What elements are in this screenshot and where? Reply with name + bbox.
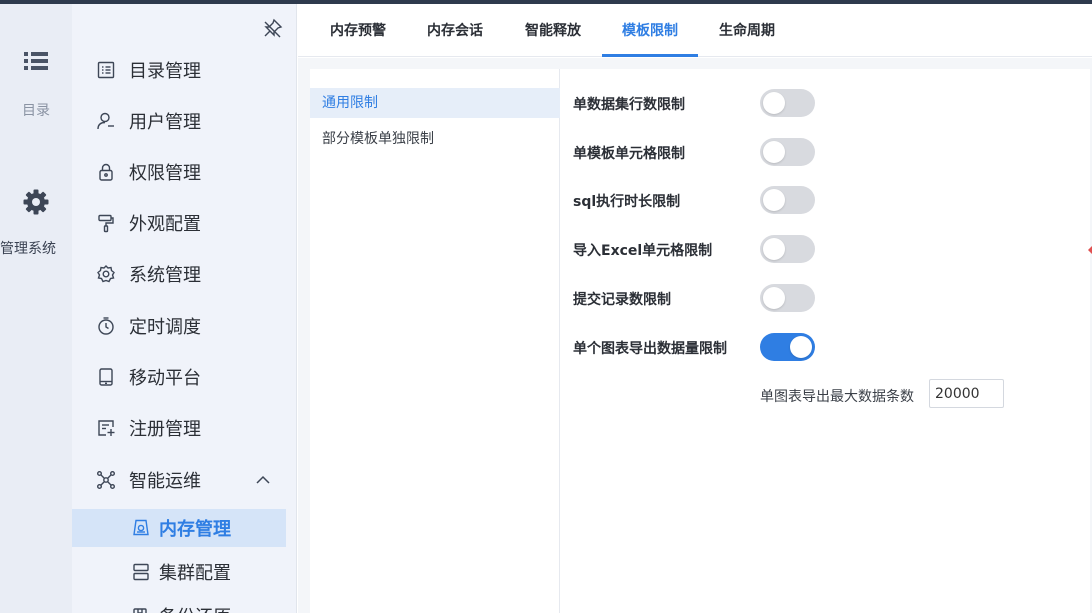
sidebar-item-catalog[interactable]: 目录管理 (72, 51, 286, 89)
max-export-label: 单图表导出最大数据条数 (760, 389, 914, 405)
setting-label: 单数据集行数限制 (573, 97, 685, 113)
gear-icon (23, 189, 49, 215)
toggle-sql-duration[interactable] (760, 186, 815, 214)
network-icon (97, 471, 115, 489)
chevron-up-icon[interactable] (255, 472, 271, 488)
toggle-knob (763, 189, 785, 211)
tab-smart-release[interactable]: 智能释放 (523, 4, 583, 57)
sidebar: 目录管理 用户管理 权限管理 外观配置 系统管理 定时调度 移动平台 注册管理 … (72, 4, 297, 613)
timer-icon (98, 317, 114, 335)
setting-label: sql执行时长限制 (573, 194, 681, 210)
sidebar-item-register[interactable]: 注册管理 (72, 409, 286, 447)
gear-icon (97, 265, 115, 283)
icon-rail: 目录 管理系统 (0, 4, 72, 613)
toggle-knob (763, 141, 785, 163)
rail-item-catalog[interactable]: 目录 (0, 50, 72, 120)
sidebar-subitem-memory[interactable]: 内存管理 (72, 509, 286, 547)
sidebar-item-label: 内存管理 (159, 519, 231, 540)
toggle-template-cells[interactable] (760, 138, 815, 166)
sidebar-item-permissions[interactable]: 权限管理 (72, 153, 286, 191)
rail-catalog-label: 目录 (22, 103, 50, 119)
settings-panel: 通用限制 部分模板单独限制 单数据集行数限制 单模板单元格限制 sql执行时长限… (310, 69, 1090, 613)
tab-lifecycle[interactable]: 生命周期 (717, 4, 777, 57)
tab-memory-warning[interactable]: 内存预警 (328, 4, 388, 57)
paint-roller-icon (98, 214, 114, 233)
sidebar-subitem-cluster[interactable]: 集群配置 (72, 553, 286, 591)
sidebar-item-label: 注册管理 (129, 419, 201, 440)
tab-template-limits[interactable]: 模板限制 (602, 4, 698, 57)
sidebar-item-label: 备份还原 (159, 603, 231, 613)
sidebar-item-schedule[interactable]: 定时调度 (72, 307, 286, 345)
tab-memory-session[interactable]: 内存会话 (425, 4, 485, 57)
max-export-input[interactable] (929, 379, 1004, 408)
sidebar-item-appearance[interactable]: 外观配置 (72, 204, 286, 242)
main-content: 通用限制 部分模板单独限制 单数据集行数限制 单模板单元格限制 sql执行时长限… (298, 58, 1092, 613)
sidebar-item-ops[interactable]: 智能运维 (72, 461, 286, 499)
sidebar-item-users[interactable]: 用户管理 (72, 102, 286, 140)
toggle-dataset-rows[interactable] (760, 89, 815, 117)
sidebar-item-label: 智能运维 (129, 471, 201, 492)
sidebar-item-label: 权限管理 (129, 163, 201, 184)
rail-admin-label: 管理系统 (0, 241, 56, 257)
sidebar-item-label: 定时调度 (129, 317, 201, 338)
server-icon (133, 563, 149, 581)
toggle-chart-export[interactable] (760, 333, 815, 361)
list-item-per-template[interactable]: 部分模板单独限制 (310, 124, 560, 154)
sidebar-item-mobile[interactable]: 移动平台 (72, 358, 286, 396)
list-item-general[interactable]: 通用限制 (310, 88, 560, 118)
toggle-knob (763, 238, 785, 260)
sidebar-item-label: 外观配置 (129, 214, 201, 235)
sidebar-item-label: 集群配置 (159, 563, 231, 584)
unpin-icon[interactable] (262, 17, 284, 39)
user-icon (97, 112, 114, 130)
setting-label: 导入Excel单元格限制 (573, 243, 713, 259)
toggle-knob (763, 287, 785, 309)
toggle-excel-import-cells[interactable] (760, 235, 815, 263)
rail-item-admin[interactable]: 管理系统 (0, 188, 72, 258)
toggle-submit-records[interactable] (760, 284, 815, 312)
setting-label: 提交记录数限制 (573, 292, 671, 308)
limit-type-list: 通用限制 部分模板单独限制 (310, 69, 560, 613)
collapse-arrow-icon[interactable] (1087, 246, 1092, 254)
memory-icon (133, 519, 149, 536)
tab-bar: 内存预警 内存会话 智能释放 模板限制 生命周期 (298, 4, 1092, 57)
sidebar-item-label: 用户管理 (129, 112, 201, 133)
sidebar-item-label: 移动平台 (129, 368, 201, 389)
sidebar-subitem-backup[interactable]: 备份还原 (72, 597, 286, 613)
setting-label: 单模板单元格限制 (573, 146, 685, 162)
register-icon (98, 420, 115, 436)
catalog-icon (97, 61, 115, 79)
sidebar-item-label: 目录管理 (129, 61, 201, 82)
sidebar-item-system[interactable]: 系统管理 (72, 255, 286, 293)
sidebar-item-label: 系统管理 (129, 265, 201, 286)
setting-label: 单个图表导出数据量限制 (573, 341, 727, 357)
lock-icon (99, 163, 113, 181)
backup-icon (133, 608, 147, 613)
tablet-icon (99, 368, 113, 386)
list-icon (24, 52, 48, 70)
toggle-knob (763, 92, 785, 114)
toggle-knob (790, 336, 812, 358)
